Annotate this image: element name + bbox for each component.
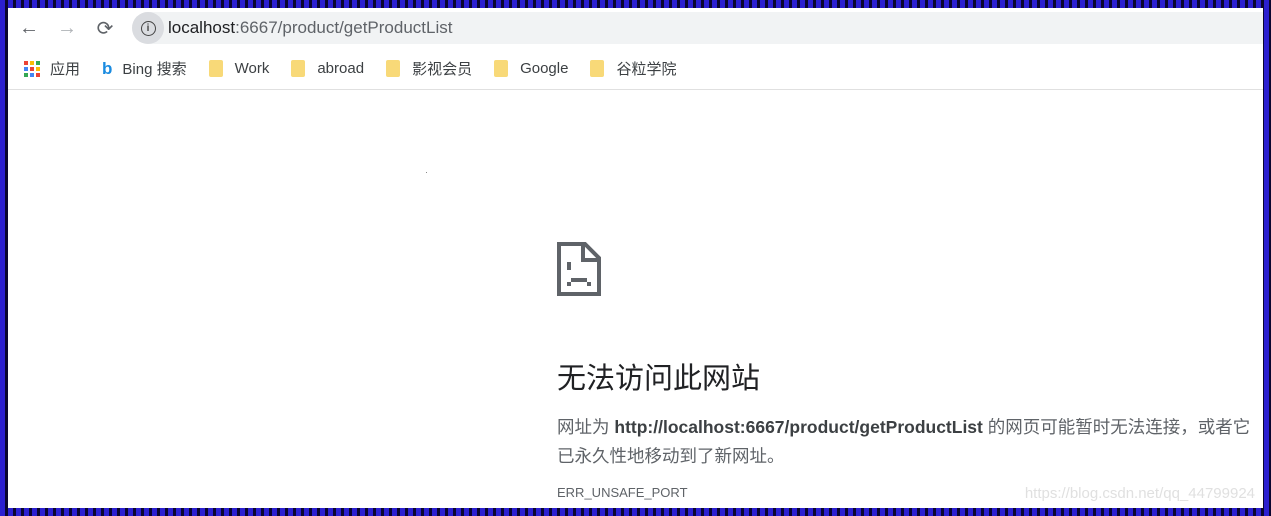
bookmark-label: Bing 搜索 bbox=[122, 61, 187, 78]
watermark: https://blog.csdn.net/qq_44799924 bbox=[1024, 485, 1255, 502]
site-info-button[interactable]: i bbox=[132, 12, 164, 44]
arrow-left-icon: ← bbox=[19, 16, 39, 39]
folder-icon bbox=[590, 60, 605, 77]
bookmark-guli[interactable]: 谷粒学院 bbox=[590, 58, 676, 79]
bookmark-video-vip[interactable]: 影视会员 bbox=[386, 58, 472, 79]
bookmark-label: abroad bbox=[317, 60, 365, 77]
bookmark-label: 谷粒学院 bbox=[616, 61, 677, 78]
reload-button[interactable]: ⟳ bbox=[88, 11, 122, 45]
sad-page-icon bbox=[557, 242, 601, 296]
info-icon: i bbox=[140, 20, 156, 36]
bookmark-work[interactable]: Work bbox=[208, 60, 270, 77]
stray-dot bbox=[426, 172, 427, 173]
arrow-right-icon: → bbox=[57, 16, 77, 39]
url-host: localhost bbox=[168, 18, 236, 37]
folder-icon bbox=[208, 60, 223, 77]
error-page: 无法访问此网站 网址为 http://localhost:6667/produc… bbox=[557, 242, 1263, 500]
bookmark-apps[interactable]: 应用 bbox=[24, 58, 80, 79]
bookmark-google[interactable]: Google bbox=[494, 60, 568, 77]
apps-icon bbox=[24, 60, 40, 77]
url-path: :6667/product/getProductList bbox=[235, 18, 453, 37]
folder-icon bbox=[291, 60, 306, 77]
folder-icon bbox=[386, 60, 401, 77]
bookmark-bing[interactable]: b Bing 搜索 bbox=[102, 58, 187, 79]
bookmark-label: Google bbox=[520, 60, 569, 77]
bookmark-label: Work bbox=[234, 60, 270, 77]
desc-prefix: 网址为 bbox=[557, 417, 615, 437]
address-bar[interactable]: i localhost:6667/product/getProductList bbox=[132, 12, 1263, 44]
forward-button[interactable]: → bbox=[50, 11, 84, 45]
bookmark-abroad[interactable]: abroad bbox=[291, 60, 364, 77]
error-description: 网址为 http://localhost:6667/product/getPro… bbox=[557, 413, 1263, 471]
reload-icon: ⟳ bbox=[96, 17, 114, 40]
toolbar: ← → ⟳ i localhost:6667/product/getProduc… bbox=[8, 8, 1263, 48]
bookmark-label: 影视会员 bbox=[412, 61, 473, 78]
bookmarks-bar: 应用 b Bing 搜索 Work abroad 影视会员 Google 谷粒学… bbox=[8, 48, 1263, 90]
bing-icon: b bbox=[102, 58, 113, 78]
error-title: 无法访问此网站 bbox=[557, 363, 761, 395]
browser-window: ← → ⟳ i localhost:6667/product/getProduc… bbox=[8, 8, 1263, 508]
desc-url: http://localhost:6667/product/getProduct… bbox=[614, 417, 983, 437]
folder-icon bbox=[494, 60, 509, 77]
back-button[interactable]: ← bbox=[12, 11, 46, 45]
bookmark-label: 应用 bbox=[50, 61, 81, 78]
